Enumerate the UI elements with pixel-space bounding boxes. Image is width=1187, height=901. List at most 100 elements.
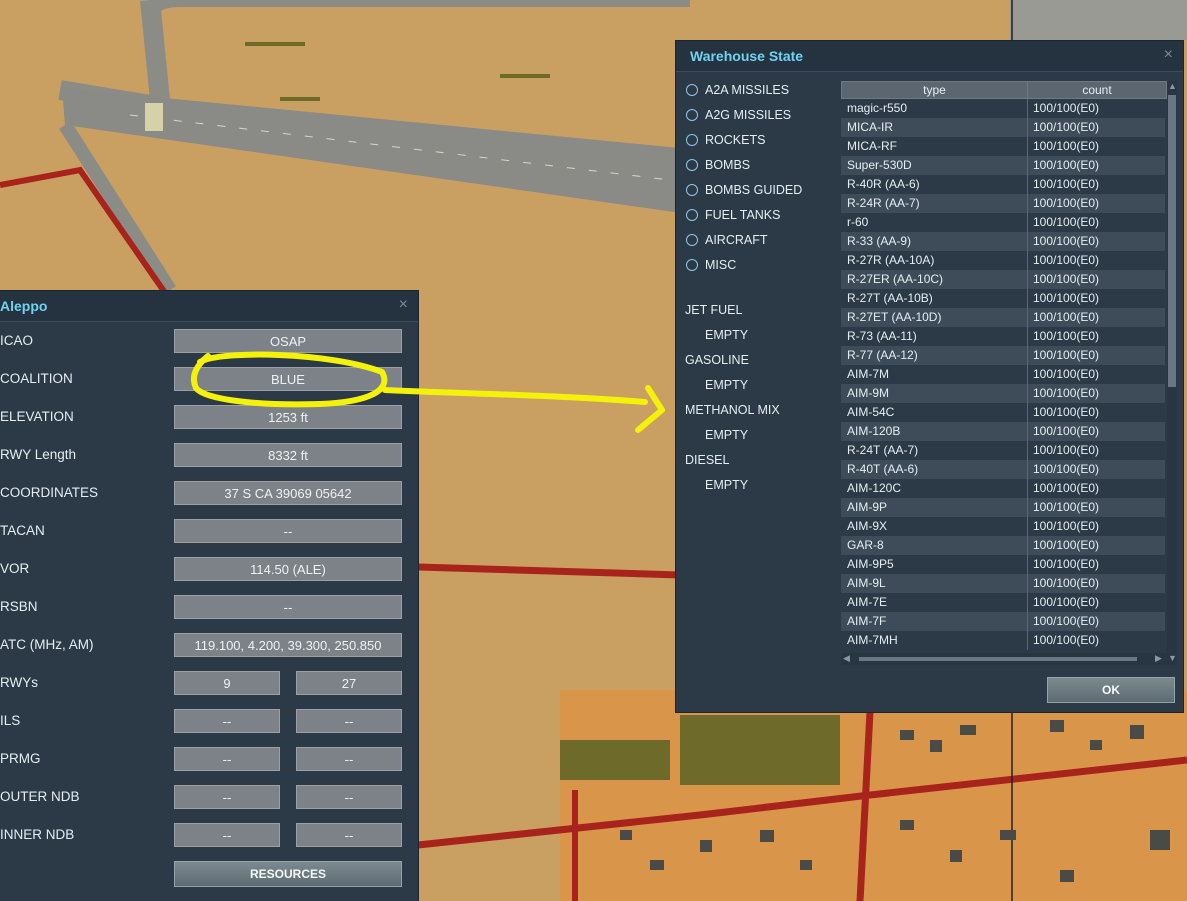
field-label: RWYs (0, 675, 39, 690)
scroll-up-icon[interactable]: ▲ (1168, 81, 1177, 91)
column-divider (1027, 251, 1028, 270)
table-row[interactable]: AIM-120B 100/100(E0) (841, 422, 1165, 441)
radio-button-icon[interactable] (686, 184, 698, 196)
table-row[interactable]: R-73 (AA-11) 100/100(E0) (841, 327, 1165, 346)
field-value-right[interactable]: -- (296, 823, 402, 847)
table-row[interactable]: GAR-8 100/100(E0) (841, 536, 1165, 555)
table-row[interactable]: R-27ET (AA-10D) 100/100(E0) (841, 308, 1165, 327)
table-row[interactable]: R-77 (AA-12) 100/100(E0) (841, 346, 1165, 365)
table-row[interactable]: AIM-7E 100/100(E0) (841, 593, 1165, 612)
field-value-left[interactable]: -- (174, 747, 280, 771)
scroll-right-icon[interactable]: ▶ (1155, 653, 1162, 664)
warehouse-titlebar[interactable]: Warehouse State × (676, 41, 1183, 72)
table-row[interactable]: AIM-9L 100/100(E0) (841, 574, 1165, 593)
table-row[interactable]: MICA-IR 100/100(E0) (841, 118, 1165, 137)
field-value-right[interactable]: -- (296, 785, 402, 809)
scrollbar-thumb[interactable] (1168, 95, 1176, 387)
field-row: PRMG -- -- (0, 747, 410, 771)
aerodrome-titlebar[interactable]: Aleppo × (0, 291, 418, 322)
table-row[interactable]: AIM-7F 100/100(E0) (841, 612, 1165, 631)
radio-button-icon[interactable] (686, 209, 698, 221)
column-divider (1027, 631, 1028, 650)
field-value-left[interactable]: -- (174, 785, 280, 809)
ok-button[interactable]: OK (1047, 677, 1175, 703)
radio-button-icon[interactable] (686, 234, 698, 246)
column-divider (1027, 384, 1028, 403)
field-value[interactable]: -- (174, 595, 402, 619)
table-row[interactable]: MICA-RF 100/100(E0) (841, 137, 1165, 156)
cell-count: 100/100(E0) (1033, 424, 1100, 438)
field-value[interactable]: OSAP (174, 329, 402, 353)
column-divider (1027, 270, 1028, 289)
cell-type: R-73 (AA-11) (847, 329, 917, 343)
column-divider (1027, 403, 1028, 422)
cell-type: AIM-7M (847, 367, 889, 381)
table-row[interactable]: AIM-120C 100/100(E0) (841, 479, 1165, 498)
radio-button-icon[interactable] (686, 259, 698, 271)
table-row[interactable]: AIM-9P 100/100(E0) (841, 498, 1165, 517)
resources-button[interactable]: RESOURCES (174, 861, 402, 887)
field-value[interactable]: BLUE (174, 367, 402, 391)
radio-button-icon[interactable] (686, 134, 698, 146)
field-value[interactable]: -- (174, 519, 402, 543)
cell-count: 100/100(E0) (1033, 500, 1100, 514)
radio-button-icon[interactable] (686, 84, 698, 96)
scroll-down-icon[interactable]: ▼ (1168, 653, 1177, 663)
table-row[interactable]: AIM-9P5 100/100(E0) (841, 555, 1165, 574)
field-value-right[interactable]: -- (296, 747, 402, 771)
table-row[interactable]: AIM-7M 100/100(E0) (841, 365, 1165, 384)
table-row[interactable]: R-24T (AA-7) 100/100(E0) (841, 441, 1165, 460)
close-icon[interactable]: × (1164, 46, 1173, 64)
table-row[interactable]: AIM-7MH 100/100(E0) (841, 631, 1165, 650)
field-value-right[interactable]: 27 (296, 671, 402, 695)
horizontal-scrollbar[interactable]: ◀ ▶ (841, 653, 1167, 665)
field-label: ELEVATION (0, 409, 74, 424)
scroll-left-icon[interactable]: ◀ (843, 653, 850, 664)
field-value[interactable]: 119.100, 4.200, 39.300, 250.850 (174, 633, 402, 657)
cell-count: 100/100(E0) (1033, 595, 1100, 609)
table-row[interactable]: R-27T (AA-10B) 100/100(E0) (841, 289, 1165, 308)
column-divider (1027, 498, 1028, 517)
field-value-left[interactable]: -- (174, 709, 280, 733)
scrollbar-thumb[interactable] (859, 657, 1137, 661)
field-label: COALITION (0, 371, 73, 386)
table-row[interactable]: R-24R (AA-7) 100/100(E0) (841, 194, 1165, 213)
field-value-right[interactable]: -- (296, 709, 402, 733)
field-label: PRMG (0, 751, 41, 766)
table-row[interactable]: R-33 (AA-9) 100/100(E0) (841, 232, 1165, 251)
table-row[interactable]: AIM-9M 100/100(E0) (841, 384, 1165, 403)
radio-button-icon[interactable] (686, 109, 698, 121)
table-row[interactable]: magic-r550 100/100(E0) (841, 99, 1165, 118)
close-icon[interactable]: × (399, 296, 408, 314)
column-header-count[interactable]: count (1027, 81, 1167, 99)
table-row[interactable]: Super-530D 100/100(E0) (841, 156, 1165, 175)
table-row[interactable]: AIM-54C 100/100(E0) (841, 403, 1165, 422)
vertical-scrollbar[interactable]: ▲ ▼ (1167, 81, 1177, 665)
field-row: RWY Length 8332 ft (0, 443, 410, 467)
warehouse-table: type count magic-r550 100/100(E0) MICA-IR 1… (841, 81, 1167, 667)
field-value[interactable]: 8332 ft (174, 443, 402, 467)
field-row: ELEVATION 1253 ft (0, 405, 410, 429)
table-row[interactable]: AIM-9X 100/100(E0) (841, 517, 1165, 536)
column-divider (1027, 156, 1028, 175)
radio-button-icon[interactable] (686, 159, 698, 171)
cell-type: AIM-9P5 (847, 557, 894, 571)
field-value[interactable]: 114.50 (ALE) (174, 557, 402, 581)
table-row[interactable]: R-27R (AA-10A) 100/100(E0) (841, 251, 1165, 270)
table-row[interactable]: r-60 100/100(E0) (841, 213, 1165, 232)
table-header: type count (841, 81, 1167, 99)
field-label: VOR (0, 561, 30, 576)
field-value[interactable]: 37 S CA 39069 05642 (174, 481, 402, 505)
field-value-left[interactable]: -- (174, 823, 280, 847)
aerodrome-panel: Aleppo × ICAO OSAP COALITION BLUE ELEVATION 1… (0, 291, 418, 901)
field-value[interactable]: 1253 ft (174, 405, 402, 429)
table-row[interactable]: R-40R (AA-6) 100/100(E0) (841, 175, 1165, 194)
field-value-left[interactable]: 9 (174, 671, 280, 695)
cell-count: 100/100(E0) (1033, 120, 1100, 134)
column-divider (1027, 213, 1028, 232)
cell-count: 100/100(E0) (1033, 633, 1100, 647)
table-row[interactable]: R-40T (AA-6) 100/100(E0) (841, 460, 1165, 479)
column-header-type[interactable]: type (841, 81, 1028, 99)
table-row[interactable]: R-27ER (AA-10C) 100/100(E0) (841, 270, 1165, 289)
radio-label: BOMBS (705, 158, 751, 172)
